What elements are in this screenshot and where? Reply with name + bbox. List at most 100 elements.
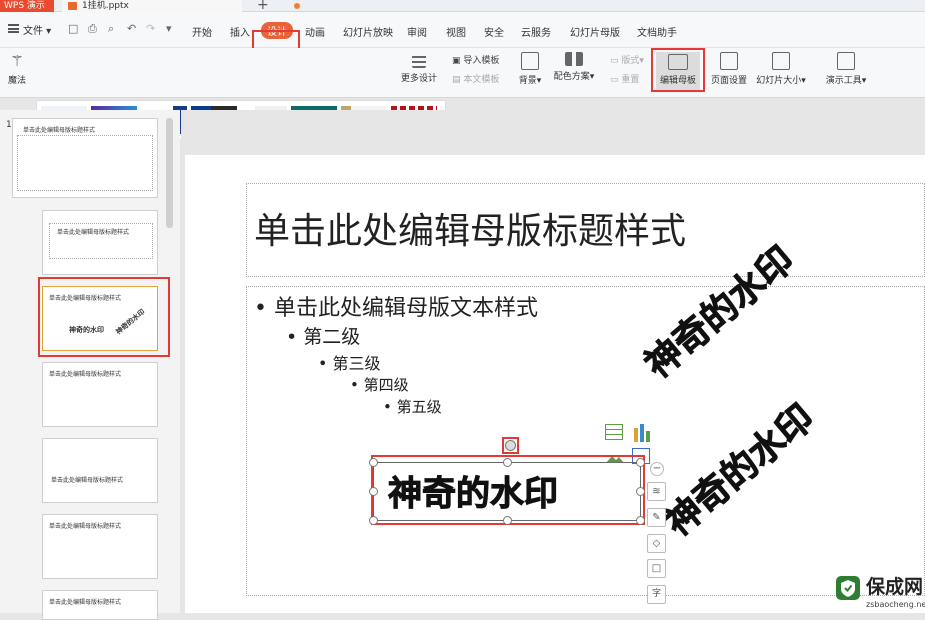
menu-slide-master[interactable]: 幻灯片母版 xyxy=(570,24,620,39)
more-design-button[interactable]: 更多设计 xyxy=(396,54,442,84)
menu-review[interactable]: 审阅 xyxy=(407,24,427,39)
layout-label: 版式 xyxy=(621,56,640,66)
resize-handle-n[interactable] xyxy=(503,458,512,467)
template-icon: ▤ xyxy=(452,75,461,85)
layers-icon[interactable]: ≋ xyxy=(647,482,666,501)
slide-size-label: 幻灯片大小 xyxy=(756,76,802,86)
selected-thumb-highlight xyxy=(38,277,170,357)
grid-icon xyxy=(412,54,426,68)
import-icon: ▣ xyxy=(452,56,461,66)
unsaved-dot-icon xyxy=(294,3,300,9)
presentation-tools-button[interactable]: 演示工具▾ xyxy=(822,52,870,86)
site-logo-url: zsbaocheng.net xyxy=(866,600,925,609)
outline-icon[interactable]: □ xyxy=(647,559,666,578)
layout-button[interactable]: ▭ 版式▾ xyxy=(610,53,644,66)
level-2-text: 第二级 xyxy=(303,326,361,348)
layout-thumb-3[interactable]: 单击此处编辑母版标题样式 xyxy=(42,362,158,427)
menu-view[interactable]: 视图 xyxy=(446,24,466,39)
slide-size-button[interactable]: 幻灯片大小▾ xyxy=(755,52,807,86)
resize-handle-s[interactable] xyxy=(503,516,512,525)
resize-handle-nw[interactable] xyxy=(369,458,378,467)
color-scheme-button[interactable]: 配色方案▾ xyxy=(552,52,596,82)
magic-button[interactable]: ⚚ 魔法 xyxy=(4,52,30,86)
menu-bar: 文件 ▾ □ ⎙ ⌕ ↶ ↷ ▾ 开始 插入 设计 动画 幻灯片放映 审阅 视图… xyxy=(0,12,925,54)
menu-animation[interactable]: 动画 xyxy=(305,24,325,39)
color-scheme-label: 配色方案 xyxy=(553,72,590,82)
master-slide-thumb[interactable]: 单击此处编辑母版标题样式 xyxy=(12,118,158,198)
resize-handle-ne[interactable] xyxy=(636,458,645,467)
resize-handle-sw[interactable] xyxy=(369,516,378,525)
menu-doc-assistant[interactable]: 文档助手 xyxy=(637,24,677,39)
menu-security[interactable]: 安全 xyxy=(484,24,504,39)
level-1-text: 单击此处编辑母版文本样式 xyxy=(273,296,538,321)
pptx-file-icon xyxy=(68,2,77,10)
insert-table-icon[interactable] xyxy=(605,424,623,440)
layout-thumb-title: 单击此处编辑母版标题样式 xyxy=(49,371,122,378)
reset-button[interactable]: ▭ 重置 xyxy=(610,72,639,85)
fill-color-icon[interactable]: ◇ xyxy=(647,534,666,553)
this-template-button[interactable]: ▤ 本文模板 xyxy=(452,72,499,85)
open-icon[interactable]: □ xyxy=(68,22,78,35)
background-label: 背景 xyxy=(518,76,537,86)
file-menu-label: 文件 xyxy=(23,26,43,37)
magic-wand-icon: ⚚ xyxy=(10,52,24,70)
layout-thumb-title: 单击此处编辑母版标题样式 xyxy=(49,523,122,530)
redo-icon[interactable]: ↷ xyxy=(146,22,155,35)
ribbon: ⚚ 魔法 更多设计 ▣ 导入模板 ▤ 本文模板 背景▾ 配色方案▾ ▭ 版式▾ … xyxy=(0,48,925,140)
insert-chart-icon[interactable] xyxy=(632,422,652,442)
level-5-text: 第五级 xyxy=(396,398,442,416)
layout-thumb-box xyxy=(49,223,153,259)
site-logo-name: 保成网 xyxy=(866,576,924,598)
background-button[interactable]: 背景▾ xyxy=(515,52,545,86)
body-level-3[interactable]: • 第三级 xyxy=(318,350,381,374)
body-level-1[interactable]: • 单击此处编辑母版文本样式 xyxy=(254,290,538,322)
reset-label: 重置 xyxy=(621,75,640,85)
menu-insert[interactable]: 插入 xyxy=(230,24,250,39)
undo-icon[interactable]: ↶ xyxy=(127,22,136,35)
layout-thumb-1[interactable]: 单击此处编辑母版标题样式 xyxy=(42,210,158,275)
master-thumb-title: 单击此处编辑母版标题样式 xyxy=(23,127,96,134)
this-template-label: 本文模板 xyxy=(463,75,500,85)
slide-size-icon xyxy=(772,52,790,70)
menu-home[interactable]: 开始 xyxy=(192,24,212,39)
app-tab[interactable]: WPS 演示 xyxy=(0,0,54,12)
level-4-text: 第四级 xyxy=(363,376,409,394)
layout-thumb-4[interactable]: 单击此处编辑母版标题样式 xyxy=(42,438,158,503)
rotate-handle-icon[interactable] xyxy=(505,440,516,451)
file-tab-label: 1挂机.pptx xyxy=(82,1,129,11)
file-tab[interactable]: 1挂机.pptx xyxy=(62,0,300,12)
menu-slideshow[interactable]: 幻灯片放映 xyxy=(343,24,393,39)
pen-style-icon[interactable]: ✎ xyxy=(647,508,666,527)
layout-thumb-6[interactable]: 单击此处编辑母版标题样式 xyxy=(42,590,158,620)
master-thumb-body xyxy=(17,135,153,191)
body-level-2[interactable]: • 第二级 xyxy=(286,322,360,349)
edit-master-highlight xyxy=(651,48,705,92)
resize-handle-se[interactable] xyxy=(636,516,645,525)
title-bar: WPS 演示 1挂机.pptx + xyxy=(0,0,925,13)
customize-icon[interactable]: ▾ xyxy=(166,22,172,35)
resize-handle-e[interactable] xyxy=(636,487,645,496)
import-template-button[interactable]: ▣ 导入模板 xyxy=(452,53,499,66)
resize-handle-w[interactable] xyxy=(369,487,378,496)
file-menu[interactable]: 文件 ▾ xyxy=(23,22,51,37)
body-level-4[interactable]: • 第四级 xyxy=(350,374,409,395)
page-setup-button[interactable]: 页面设置 xyxy=(709,52,749,86)
import-template-label: 导入模板 xyxy=(463,56,500,66)
layout-thumb-title: 单击此处编辑母版标题样式 xyxy=(49,599,122,606)
layout-thumb-title: 单击此处编辑母版标题样式 xyxy=(51,477,124,484)
menu-cloud[interactable]: 云服务 xyxy=(521,24,551,39)
print-icon[interactable]: ⎙ xyxy=(88,22,97,36)
layout-thumb-5[interactable]: 单击此处编辑母版标题样式 xyxy=(42,514,158,579)
page-setup-icon xyxy=(720,52,738,70)
preview-icon[interactable]: ⌕ xyxy=(108,22,114,36)
magic-label: 魔法 xyxy=(7,76,26,86)
thumbnail-scrollbar[interactable] xyxy=(166,118,173,228)
title-text[interactable]: 单击此处编辑母版标题样式 xyxy=(254,202,686,254)
layout-icon: ▭ xyxy=(610,56,619,66)
collapse-toolbar-icon[interactable]: − xyxy=(650,462,664,476)
body-level-5[interactable]: • 第五级 xyxy=(383,396,442,417)
hamburger-menu-icon[interactable] xyxy=(8,24,19,33)
color-scheme-icon xyxy=(565,52,583,66)
text-format-icon[interactable]: 字 xyxy=(647,585,666,604)
presentation-tools-icon xyxy=(837,52,855,70)
